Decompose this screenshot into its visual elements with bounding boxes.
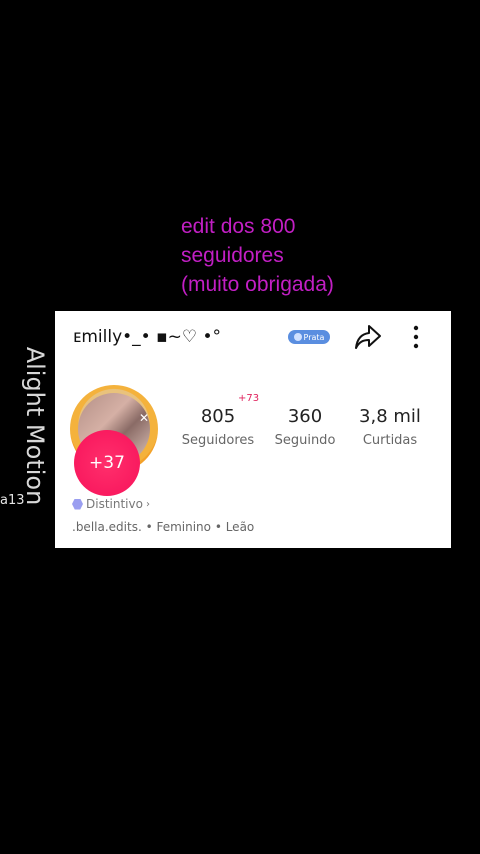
caption: edit dos 800 seguidores (muito obrigada) (181, 212, 334, 299)
distintivo-link[interactable]: Distintivo › (72, 497, 150, 511)
caption-line-2: seguidores (181, 244, 284, 267)
followers-count: 805 (200, 406, 236, 427)
profile-card: ᴇmilly•_• ▪︎~♡ •° Prata ✕ +37 +73 805 Se… (55, 311, 451, 548)
alight-motion-watermark: Alight Motion (21, 346, 49, 506)
likes-count: 3,8 mil (359, 406, 421, 427)
new-followers-delta: +73 (238, 393, 260, 404)
following-stat[interactable]: 360 Seguindo (268, 406, 342, 448)
caption-line-3: (muito obrigada) (181, 273, 334, 296)
level-badge-icon (293, 333, 302, 341)
profile-username: ᴇmilly•_• ▪︎~♡ •° (73, 327, 222, 347)
side-handle-text: a13 (0, 493, 25, 508)
close-icon[interactable]: ✕ (139, 411, 149, 425)
avatar-count-badge: +37 (74, 430, 140, 496)
chevron-right-icon: › (145, 498, 150, 510)
likes-label: Curtidas (362, 433, 418, 448)
share-arrow-icon[interactable] (353, 323, 383, 351)
followers-stat[interactable]: 805 Seguidores (176, 406, 260, 448)
level-badge[interactable]: Prata (288, 330, 330, 344)
following-count: 360 (287, 406, 323, 427)
following-label: Seguindo (274, 433, 336, 448)
vertical-dots-icon[interactable] (409, 323, 423, 351)
hexagon-icon (72, 498, 83, 510)
distintivo-label: Distintivo (86, 497, 143, 511)
level-badge-label: Prata (303, 332, 325, 342)
profile-meta-line: .bella.edits. • Feminino • Leão (72, 520, 255, 534)
followers-label: Seguidores (181, 433, 255, 448)
caption-line-1: edit dos 800 (181, 215, 296, 238)
likes-stat[interactable]: 3,8 mil Curtidas (353, 406, 427, 448)
